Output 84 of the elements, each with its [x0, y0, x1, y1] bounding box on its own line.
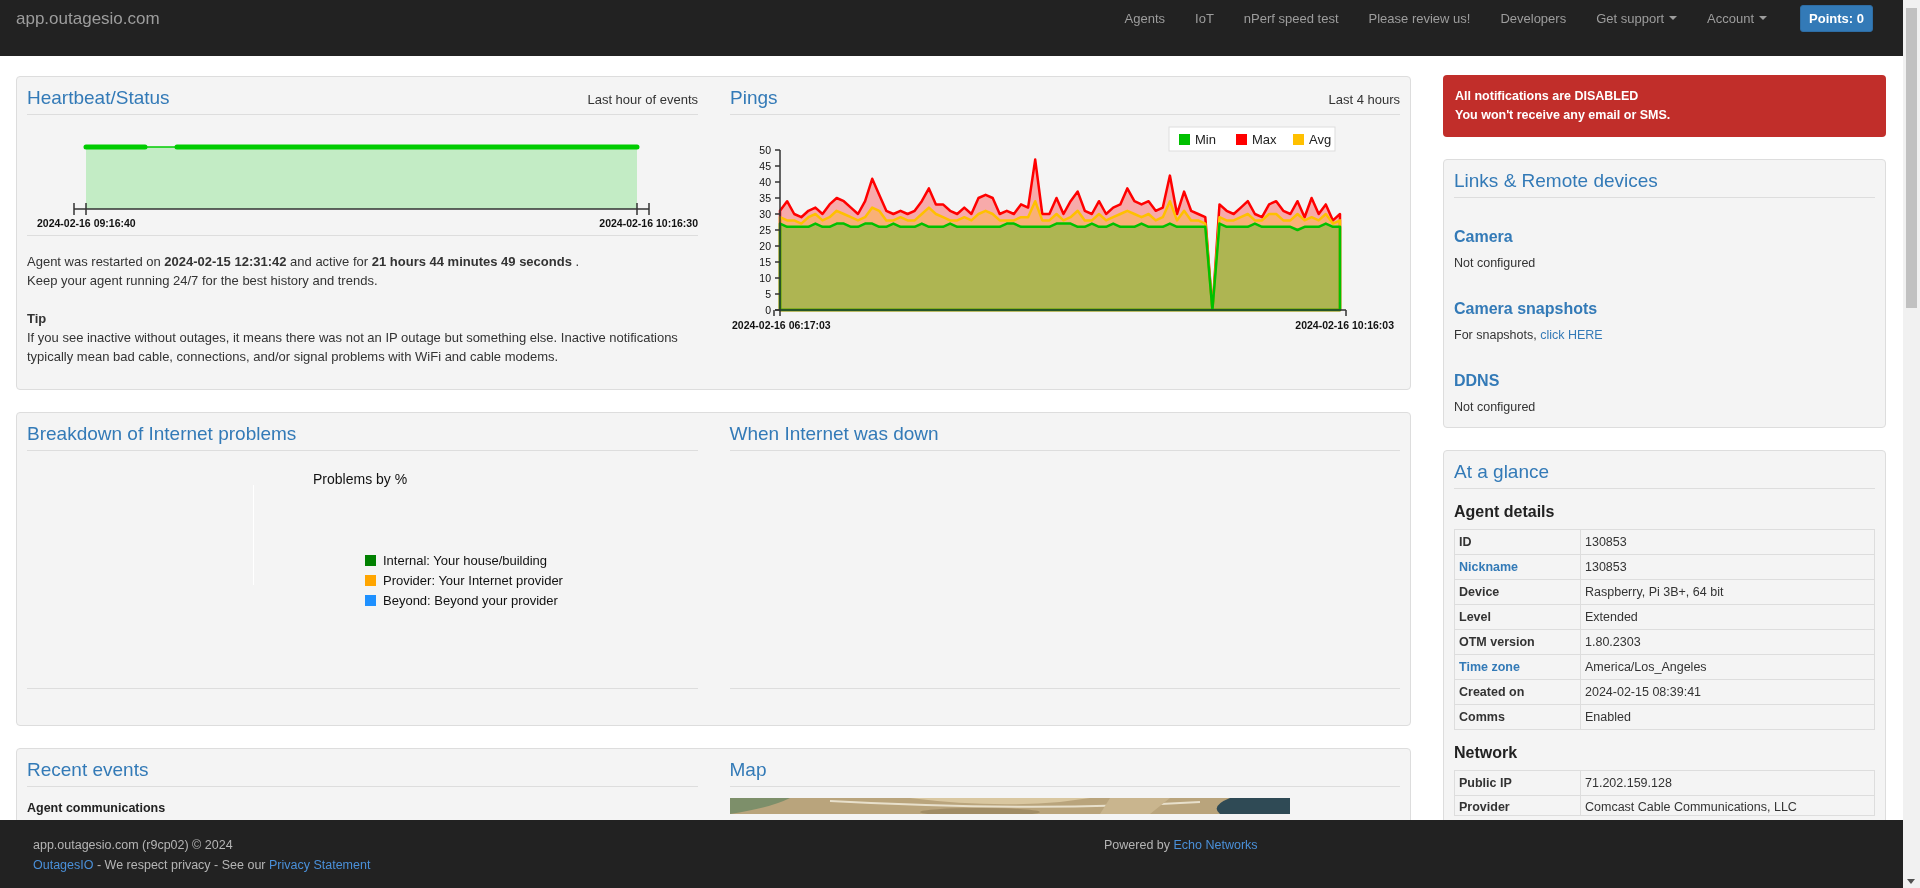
points-button[interactable]: Points: 0 — [1800, 4, 1873, 32]
device-heading[interactable]: DDNS — [1454, 372, 1875, 390]
panel-title: Map — [729, 759, 767, 781]
section-heading: Agent details — [1454, 503, 1556, 521]
panel-title: Links & Remote devices — [1454, 170, 1658, 192]
tick-label: 25 — [759, 224, 771, 236]
field-label: OTM version — [1454, 629, 1581, 655]
panel-title: Heartbeat/Status — [27, 87, 170, 109]
axis-label: 2024-02-16 10:16:30 — [599, 217, 698, 227]
tick-label: 0 — [765, 304, 771, 316]
field-value: 130853 — [1580, 554, 1875, 580]
section-heading: Agent communications — [27, 801, 167, 815]
privacy-link[interactable]: Privacy Statement — [269, 858, 371, 872]
panel-title: Pings — [730, 87, 778, 109]
copyright-text: app.outagesio.com (r9cp02) © 2024 — [33, 837, 234, 854]
powered-by-text: Powered by — [1104, 838, 1171, 852]
legend-label: Avg — [1309, 132, 1332, 147]
info-text: Keep your agent running 24/7 for the best history and trends. — [27, 272, 379, 290]
legend-label: Beyond: Beyond your provider — [383, 593, 558, 608]
tick-label: 30 — [759, 208, 771, 220]
nav-link[interactable]: nPerf speed test — [1228, 10, 1354, 26]
time-range: Last hour of events — [587, 92, 698, 107]
privacy-note: - We respect privacy - See our — [95, 858, 267, 872]
tick-label: 45 — [759, 160, 771, 172]
tick-label: 5 — [765, 288, 771, 300]
panel-title: When Internet was down — [729, 423, 939, 445]
tick-label: 40 — [759, 176, 771, 188]
field-label: ID — [1454, 529, 1581, 555]
panel-title: Breakdown of Internet problems — [27, 423, 297, 445]
axis-label: 2024-02-16 09:16:40 — [37, 217, 136, 227]
tick-label: 10 — [759, 272, 771, 284]
field-label: Provider — [1459, 800, 1511, 815]
tick-label: 35 — [759, 192, 771, 204]
field-value: 2024-02-15 08:39:41 — [1580, 679, 1875, 705]
scroll-down-icon[interactable] — [1907, 879, 1915, 884]
field-value: Raspberry, Pi 3B+, 64 bit — [1580, 579, 1875, 605]
section-heading: Network — [1454, 744, 1519, 762]
nav-link[interactable]: Agents — [1109, 10, 1181, 26]
field-value: 130853 — [1580, 529, 1875, 555]
tip-heading: Tip — [27, 310, 48, 328]
snapshot-link[interactable]: click HERE — [1540, 328, 1603, 342]
field-value: America/Los_Angeles — [1580, 654, 1875, 680]
legend-label: Provider: Your Internet provider — [383, 573, 563, 588]
field-label: Device — [1454, 579, 1581, 605]
notification-alert: All notifications are DISABLED You won't receive any email or SMS. — [1443, 75, 1886, 137]
time-range: Last 4 hours — [1328, 92, 1400, 107]
setting-link[interactable]: Nickname — [1454, 554, 1581, 580]
legend-label: Max — [1252, 132, 1277, 147]
field-label: Public IP — [1454, 770, 1581, 796]
chart-title: Problems by % — [313, 471, 409, 487]
device-heading[interactable]: Camera snapshots — [1454, 300, 1875, 318]
legend-label: Min — [1195, 132, 1216, 147]
nav-dropdown[interactable]: Account — [1692, 10, 1783, 26]
tick-label: 15 — [759, 256, 771, 268]
field-value: Comcast Cable Communications, LLC — [1585, 800, 1798, 815]
restart-info: Agent was restarted on 2024-02-15 12:31:42 and active for 21 hours 44 minutes 49 seconds . — [27, 253, 581, 271]
nav-link[interactable]: Developers — [1485, 10, 1582, 26]
panel-title: At a glance — [1454, 461, 1550, 483]
nav-link[interactable]: IoT — [1180, 10, 1229, 26]
tick-label: 20 — [759, 240, 771, 252]
panel-title: Recent events — [27, 759, 149, 781]
nav-link[interactable]: Please review us! — [1353, 10, 1486, 26]
site-brand[interactable]: app.outagesio.com — [16, 9, 160, 29]
field-label: Level — [1454, 604, 1581, 630]
legend-label: Internal: Your house/building — [383, 553, 548, 568]
field-label: Created on — [1454, 679, 1581, 705]
device-status: Not configured — [1454, 400, 1537, 414]
field-value: 1.80.2303 — [1580, 629, 1875, 655]
field-label: Comms — [1454, 704, 1581, 730]
field-value: Enabled — [1580, 704, 1875, 730]
axis-label: 2024-02-16 10:16:03 — [1295, 319, 1394, 331]
device-status: For snapshots, click HERE — [1454, 328, 1604, 342]
field-value: Extended — [1580, 604, 1875, 630]
tick-label: 50 — [759, 144, 771, 156]
nav-dropdown[interactable]: Get support — [1581, 10, 1693, 26]
device-status: Not configured — [1454, 256, 1537, 270]
brand-link[interactable]: OutagesIO — [33, 858, 94, 872]
company-link[interactable]: Echo Networks — [1173, 838, 1258, 852]
scrollbar-thumb[interactable] — [1906, 8, 1917, 308]
setting-link[interactable]: Time zone — [1454, 654, 1581, 680]
tip-text: If you see inactive without outages, it means there was not an IP outage but something else. Inactive notifications typically mean bad cable, connections, and/or signal problems with WiFi and cable modems. — [27, 329, 679, 366]
field-value: 71.202.159.128 — [1580, 770, 1875, 796]
axis-label: 2024-02-16 06:17:03 — [732, 319, 831, 331]
device-heading[interactable]: Camera — [1454, 228, 1875, 246]
